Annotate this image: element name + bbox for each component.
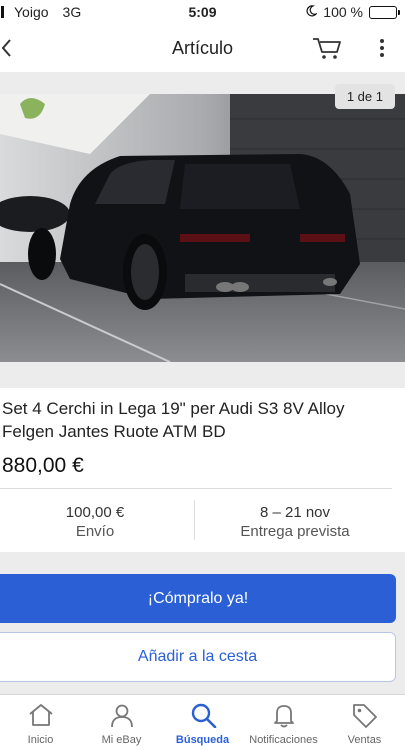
tab-notificaciones[interactable]: Notificaciones (243, 695, 324, 750)
column-divider (194, 500, 195, 540)
bell-icon (273, 705, 294, 728)
tab-busqueda[interactable]: Búsqueda (162, 695, 243, 750)
delivery-label: Entrega prevista (240, 523, 350, 540)
status-bar: Yoigo 3G 5:09 100 % (0, 0, 405, 24)
user-icon (110, 704, 133, 728)
tab-mi-ebay[interactable]: Mi eBay (81, 695, 162, 750)
tag-icon (352, 704, 377, 728)
home-icon (28, 704, 53, 726)
item-price: 880,00 € (2, 454, 84, 477)
top-nav-bar: Artículo (0, 24, 405, 72)
page-title: Artículo (171, 38, 234, 58)
tab-inicio[interactable]: Inicio (0, 695, 81, 750)
battery-percent: 100 % (323, 4, 363, 20)
item-photo[interactable] (0, 94, 405, 362)
moon-icon (305, 4, 319, 20)
tab-label: Notificaciones (249, 734, 318, 746)
tab-label: Ventas (347, 734, 382, 746)
delivery-info: 8 – 21 nov Entrega prevista (200, 503, 390, 541)
add-to-cart-button[interactable]: Añadir a la cesta (0, 632, 396, 682)
more-vertical-icon[interactable] (374, 36, 390, 60)
item-title: Set 4 Cerchi in Lega 19" per Audi S3 8V … (2, 399, 345, 441)
battery-icon (369, 5, 400, 19)
delivery-dates: 8 – 21 nov (259, 504, 331, 521)
image-gallery[interactable]: 1 de 1 (0, 72, 405, 388)
cart-icon[interactable] (312, 36, 342, 65)
tab-ventas[interactable]: Ventas (324, 695, 405, 750)
buy-now-button[interactable]: ¡Cómpralo ya! (0, 574, 396, 623)
shipping-cost: 100,00 € (65, 504, 125, 521)
shipping-label: Envío (75, 523, 115, 540)
divider (0, 488, 392, 489)
bottom-tab-bar: Inicio Mi eBay Búsqueda Notificaciones V… (0, 694, 405, 750)
image-counter: 1 de 1 (334, 84, 395, 109)
item-details: Set 4 Cerchi in Lega 19" per Audi S3 8V … (0, 388, 405, 552)
tab-label: Mi eBay (101, 734, 142, 746)
tab-label: Inicio (27, 734, 54, 746)
search-icon (191, 703, 216, 728)
shipping-info: 100,00 € Envío (0, 503, 190, 541)
tab-label: Búsqueda (175, 734, 230, 746)
